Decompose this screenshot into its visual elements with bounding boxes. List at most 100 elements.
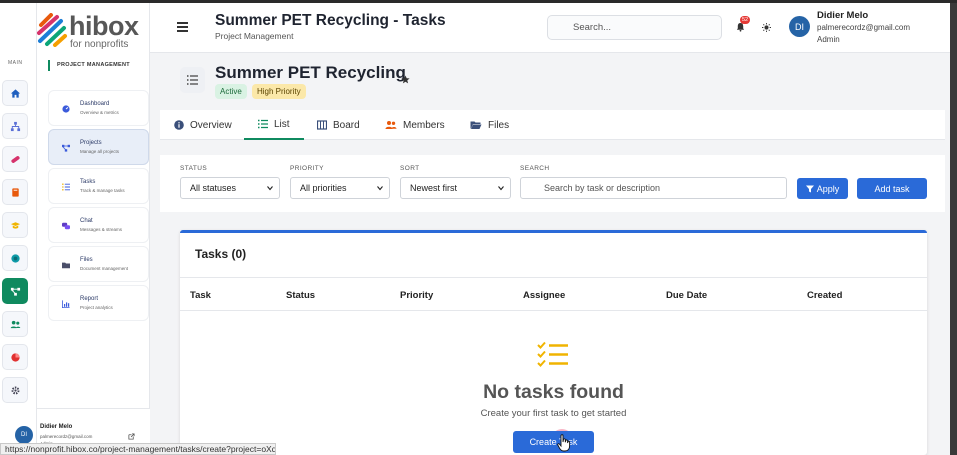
tasks-checklist-icon (537, 341, 568, 367)
gear-icon[interactable] (2, 377, 28, 403)
avatar[interactable]: DI (15, 426, 33, 444)
sidebar-item-subtitle: Manage all projects (80, 149, 120, 154)
priority-select[interactable]: All priorities (290, 177, 390, 199)
sidebar-item-chat[interactable]: Chat Messages & streams (48, 207, 149, 243)
column-header-due-date[interactable]: Due Date (666, 290, 707, 301)
column-header-priority[interactable]: Priority (400, 290, 433, 301)
project-list-icon (180, 67, 205, 93)
rail-label: MAIN (8, 60, 23, 66)
gauge-icon (62, 105, 70, 113)
apply-button-label: Apply (816, 183, 840, 194)
sort-select-value: Newest first (410, 183, 458, 193)
chat-icon (62, 222, 70, 230)
empty-state-subtitle: Create your first task to get started (480, 408, 627, 419)
app-window: MAIN hibox for nonprofits PROJECT MANAGE… (0, 3, 950, 455)
tab-label: Overview (190, 119, 232, 131)
priority-select-value: All priorities (300, 183, 347, 193)
sidebar-item-dashboard[interactable]: Dashboard Overview & metrics (48, 90, 149, 126)
chevron-down-icon (377, 186, 383, 191)
page-subtitle: Project Management (215, 31, 294, 41)
graduation-cap-icon[interactable] (2, 212, 28, 238)
sidebar-item-subtitle: Track & manage tasks (80, 188, 125, 193)
apply-button[interactable]: Apply (797, 178, 848, 199)
brand-tagline: for nonprofits (70, 39, 129, 50)
column-header-assignee[interactable]: Assignee (523, 290, 565, 301)
list-icon (258, 119, 268, 129)
tasks-card-title: Tasks (0) (195, 247, 247, 261)
status-select[interactable]: All statuses (180, 177, 280, 199)
logo-mark-icon (37, 13, 67, 47)
book-icon[interactable] (2, 179, 28, 205)
sidebar-item-subtitle: Overview & metrics (80, 110, 119, 115)
tab-files[interactable]: Files (470, 110, 509, 140)
sidebar-item-title: Tasks (80, 179, 96, 185)
users-icon[interactable] (2, 311, 28, 337)
board-icon (317, 120, 327, 130)
column-header-task[interactable]: Task (190, 290, 211, 301)
sidebar-user-name: Didier Melo (40, 424, 73, 430)
home-icon[interactable] (2, 80, 28, 106)
sidebar-user-email: palmerecordz@gmail.com (40, 434, 93, 439)
global-search-input[interactable]: Search... (547, 15, 722, 40)
chevron-down-icon (498, 186, 504, 191)
theme-toggle-icon[interactable] (762, 23, 771, 32)
chevron-down-icon (267, 186, 273, 191)
status-filter-label: STATUS (180, 165, 208, 172)
sidebar-item-title: Projects (80, 140, 102, 146)
project-heading: Summer PET Recycling Active High Priorit… (160, 53, 950, 110)
browser-status-bar: https://nonprofit.hibox.co/project-manag… (0, 443, 276, 455)
sitemap-icon[interactable] (2, 113, 28, 139)
sidebar-item-report[interactable]: Report Project analytics (48, 285, 149, 321)
hibox-logo[interactable]: hibox for nonprofits (25, 11, 155, 51)
tab-board[interactable]: Board (317, 110, 360, 140)
search-filter-label: SEARCH (520, 165, 550, 172)
tab-list[interactable]: List (244, 110, 304, 140)
users-icon (385, 121, 397, 129)
sidebar-item-projects[interactable]: Projects Manage all projects (48, 129, 149, 165)
project-tabs: Overview List Board Members Files (160, 110, 945, 140)
project-diagram-icon[interactable] (2, 278, 28, 304)
task-list-icon (62, 183, 70, 191)
avatar[interactable]: DI (789, 16, 810, 37)
sidebar-item-title: Chat (80, 218, 93, 224)
sidebar-item-subtitle: Messages & streams (80, 227, 123, 232)
sidebar-item-tasks[interactable]: Tasks Track & manage tasks (48, 168, 149, 204)
bandage-icon[interactable] (2, 146, 28, 172)
tab-members[interactable]: Members (385, 110, 445, 140)
external-link-icon[interactable] (128, 433, 135, 440)
window-edge (950, 3, 957, 455)
create-task-button[interactable]: Create Task (513, 431, 594, 453)
pie-chart-icon[interactable] (2, 344, 28, 370)
task-search-input[interactable]: Search by task or description (520, 177, 787, 199)
tab-label: List (274, 118, 290, 130)
project-diagram-icon (62, 144, 70, 152)
folder-icon (62, 262, 70, 269)
add-task-button[interactable]: Add task (857, 178, 927, 199)
filter-icon (805, 185, 814, 192)
brand-name: hibox (69, 11, 139, 41)
task-filters: STATUS All statuses PRIORITY All priorit… (160, 155, 945, 212)
notification-count-badge: 52 (740, 16, 751, 24)
sidebar-item-title: Report (80, 296, 99, 302)
info-icon (174, 120, 184, 130)
icon-rail: MAIN (0, 3, 37, 455)
empty-state-title: No tasks found (483, 381, 624, 403)
top-header: Summer PET Recycling - Tasks Project Man… (150, 3, 950, 53)
menu-toggle-icon[interactable] (177, 22, 188, 32)
column-header-status[interactable]: Status (286, 290, 315, 301)
sort-select[interactable]: Newest first (400, 177, 511, 199)
tab-overview[interactable]: Overview (174, 110, 232, 140)
column-header-created[interactable]: Created (807, 290, 842, 301)
tab-label: Files (488, 119, 510, 131)
chart-icon (62, 300, 70, 308)
sidebar-item-subtitle: Project analytics (80, 305, 113, 310)
globe-icon[interactable] (2, 245, 28, 271)
tab-label: Board (333, 119, 360, 131)
header-user-name: Didier Melo (817, 10, 869, 21)
sidebar-section-title: PROJECT MANAGEMENT (48, 60, 130, 71)
status-badge: Active (215, 84, 247, 99)
priority-badge: High Priority (252, 84, 306, 99)
tasks-card: Tasks (0) Task Status Priority Assignee … (180, 230, 927, 455)
sidebar-item-files[interactable]: Files Document management (48, 246, 149, 282)
star-icon[interactable] (401, 75, 410, 84)
